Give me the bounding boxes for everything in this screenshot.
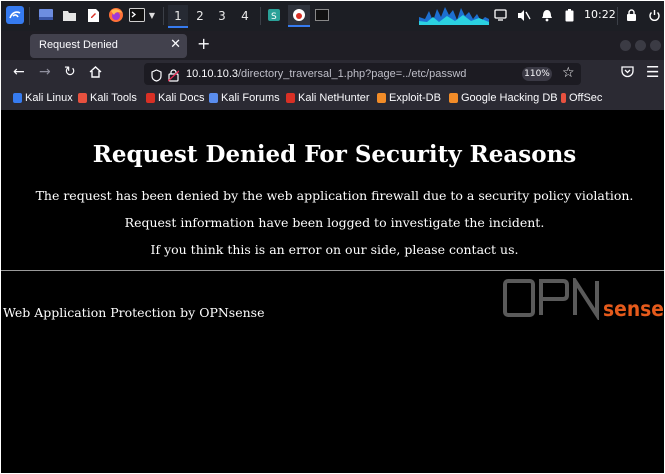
back-arrow-icon[interactable]: ← xyxy=(13,64,25,80)
cpu-graph-icon xyxy=(419,6,489,25)
kali-forums-icon xyxy=(209,93,218,103)
nethunter-icon xyxy=(286,93,295,103)
show-desktop-icon[interactable] xyxy=(36,6,56,24)
notification-bell-icon[interactable] xyxy=(540,6,554,24)
panel-separator xyxy=(260,7,261,25)
ghdb-icon xyxy=(449,93,458,103)
url-path: /directory_traversal_1.php?page=../etc/p… xyxy=(238,68,467,80)
app-window-icon[interactable]: S xyxy=(265,6,283,24)
close-icon[interactable]: ✕ xyxy=(170,37,181,52)
workspace-2[interactable]: 2 xyxy=(190,5,210,26)
denial-message: The request has been denied by the web a… xyxy=(35,188,634,203)
bookmark-google-hacking-db[interactable]: Google Hacking DB xyxy=(449,92,558,104)
workspace-1[interactable]: 1 xyxy=(168,5,188,28)
offsec-icon xyxy=(561,93,566,103)
power-icon[interactable] xyxy=(646,6,662,24)
reload-icon[interactable]: ↻ xyxy=(64,64,76,80)
workspace-4[interactable]: 4 xyxy=(235,5,255,26)
panel-separator xyxy=(29,7,30,25)
protection-footer: Web Application Protection by OPNsense xyxy=(3,305,265,320)
chevron-down-icon[interactable]: ▼ xyxy=(147,6,157,24)
terminal-icon[interactable] xyxy=(128,6,146,24)
tab-request-denied[interactable]: Request Denied ✕ xyxy=(30,34,187,58)
firefox-icon[interactable] xyxy=(107,6,125,24)
window-maximize-button[interactable] xyxy=(635,40,646,51)
divider xyxy=(1,270,664,271)
bookmark-label: Google Hacking DB xyxy=(461,92,558,104)
bookmark-kali-docs[interactable]: Kali Docs xyxy=(146,92,204,104)
forward-arrow-icon[interactable]: → xyxy=(39,64,51,80)
firefox-window-button[interactable] xyxy=(288,5,310,27)
bookmark-label: Kali Linux xyxy=(25,92,73,104)
file-manager-icon[interactable] xyxy=(60,6,78,24)
bookmark-star-icon[interactable]: ☆ xyxy=(562,65,575,81)
new-tab-button[interactable]: + xyxy=(197,34,210,53)
address-bar[interactable]: 10.10.10.3/directory_traversal_1.php?pag… xyxy=(144,63,581,85)
insecure-lock-icon[interactable] xyxy=(167,67,180,86)
kali-docs-icon xyxy=(146,93,155,103)
text-editor-icon[interactable] xyxy=(84,6,102,24)
hamburger-menu-icon[interactable]: ☰ xyxy=(646,63,659,81)
terminal-window-button[interactable] xyxy=(313,6,331,24)
screen: ▼ 1 2 3 4 S 10:22 Request Denied ✕ + ← →… xyxy=(1,1,664,473)
battery-icon xyxy=(563,6,575,24)
home-icon[interactable] xyxy=(89,66,102,82)
opnsense-logo: sense xyxy=(503,278,664,320)
bookmark-exploit-db[interactable]: Exploit-DB xyxy=(377,92,441,104)
bookmark-offsec[interactable]: OffSec xyxy=(561,92,602,104)
bookmark-label: Exploit-DB xyxy=(389,92,441,104)
bookmark-kali-forums[interactable]: Kali Forums xyxy=(209,92,280,104)
bookmark-kali-nethunter[interactable]: Kali NetHunter xyxy=(286,92,370,104)
panel-separator xyxy=(617,7,618,25)
bookmark-label: Kali Tools xyxy=(90,92,137,104)
bookmark-label: OffSec xyxy=(569,92,603,104)
clock[interactable]: 10:22 xyxy=(584,8,616,21)
kali-tools-icon xyxy=(78,93,87,103)
url-host: 10.10.10.3 xyxy=(186,68,238,80)
display-icon[interactable] xyxy=(492,6,508,24)
window-minimize-button[interactable] xyxy=(620,40,631,51)
kali-logo-icon xyxy=(13,93,22,103)
top-panel: ▼ 1 2 3 4 S 10:22 xyxy=(1,1,664,31)
zoom-level-button[interactable]: 110% xyxy=(522,67,552,81)
pocket-icon[interactable] xyxy=(621,66,634,82)
contact-message: If you think this is an error on our sid… xyxy=(150,242,519,257)
volume-muted-icon[interactable] xyxy=(516,6,532,24)
svg-text:sense: sense xyxy=(603,297,664,320)
bookmark-kali-tools[interactable]: Kali Tools xyxy=(78,92,137,104)
bookmark-kali-linux[interactable]: Kali Linux xyxy=(13,92,73,104)
url-text[interactable]: 10.10.10.3/directory_traversal_1.php?pag… xyxy=(186,68,466,80)
lock-screen-icon[interactable] xyxy=(623,6,639,24)
bookmark-label: Kali Docs xyxy=(158,92,205,104)
page-title: Request Denied For Security Reasons xyxy=(92,141,577,168)
tab-title: Request Denied xyxy=(39,39,118,51)
bookmark-label: Kali NetHunter xyxy=(298,92,370,104)
logging-message: Request information have been logged to … xyxy=(124,215,545,230)
exploit-db-icon xyxy=(377,93,386,103)
workspace-3[interactable]: 3 xyxy=(212,5,232,26)
window-close-button[interactable] xyxy=(650,40,661,51)
svg-text:S: S xyxy=(271,12,277,22)
shield-icon[interactable] xyxy=(151,67,162,86)
kali-menu-icon[interactable] xyxy=(6,6,24,24)
mouse-cursor-icon xyxy=(527,467,535,473)
panel-separator xyxy=(163,7,164,25)
bookmark-label: Kali Forums xyxy=(221,92,280,104)
